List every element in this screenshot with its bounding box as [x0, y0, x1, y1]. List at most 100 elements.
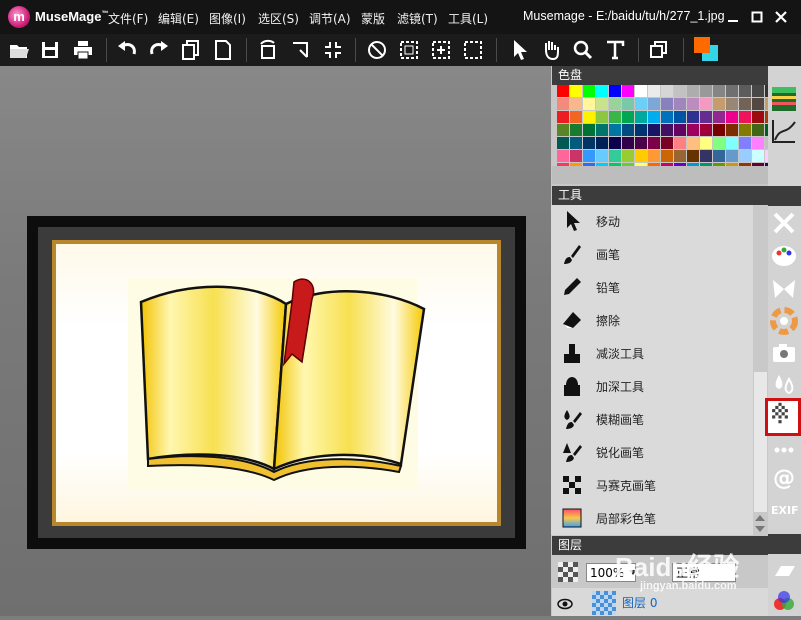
- palette-swatch[interactable]: [700, 98, 712, 110]
- palette-swatch[interactable]: [635, 85, 647, 97]
- palette-swatch[interactable]: [635, 98, 647, 110]
- palette-swatch[interactable]: [661, 98, 673, 110]
- palette-swatch[interactable]: [570, 137, 582, 149]
- palette-swatch[interactable]: [557, 124, 569, 136]
- layers-copy-icon[interactable]: [646, 37, 672, 63]
- palette-swatch[interactable]: [557, 150, 569, 162]
- palette-swatch[interactable]: [596, 124, 608, 136]
- palette-swatch[interactable]: [622, 111, 634, 123]
- menu-tools[interactable]: 工具(L): [448, 10, 488, 27]
- butterfly-icon[interactable]: [769, 274, 799, 304]
- pointer-icon[interactable]: [506, 37, 532, 63]
- rgb-channels-icon[interactable]: [769, 586, 799, 616]
- palette-swatch[interactable]: [752, 150, 764, 162]
- palette-swatch[interactable]: [596, 137, 608, 149]
- palette-swatch[interactable]: [674, 150, 686, 162]
- zoom-icon[interactable]: [570, 37, 596, 63]
- eye-icon[interactable]: [557, 595, 573, 614]
- palette-swatch[interactable]: [739, 98, 751, 110]
- histogram-icon[interactable]: [769, 84, 799, 114]
- palette-swatch[interactable]: [739, 124, 751, 136]
- save-icon[interactable]: [37, 37, 63, 63]
- palette-swatch[interactable]: [726, 137, 738, 149]
- tool-item[interactable]: 模糊画笔: [553, 403, 751, 435]
- tool-item[interactable]: 移动: [553, 205, 751, 237]
- palette-swatch[interactable]: [609, 111, 621, 123]
- tools-icon[interactable]: [769, 208, 799, 238]
- palette-swatch[interactable]: [674, 85, 686, 97]
- palette-swatch[interactable]: [557, 98, 569, 110]
- mosaic-icon[interactable]: [765, 398, 801, 436]
- at-icon[interactable]: @: [769, 462, 799, 492]
- menu-mask[interactable]: 蒙版: [361, 10, 385, 27]
- canvas-area[interactable]: [0, 66, 551, 616]
- palette-swatch[interactable]: [648, 150, 660, 162]
- palette-swatch[interactable]: [570, 85, 582, 97]
- palette-swatch[interactable]: [713, 85, 725, 97]
- redo-icon[interactable]: [146, 37, 172, 63]
- scroll-down-arrow[interactable]: [755, 526, 765, 532]
- palette-swatch[interactable]: [557, 137, 569, 149]
- tool-item[interactable]: 擦除: [553, 304, 751, 336]
- copy-icon[interactable]: [178, 37, 204, 63]
- tool-list-scrollbar[interactable]: [753, 205, 768, 535]
- palette-swatch[interactable]: [583, 85, 595, 97]
- palette-swatch[interactable]: [609, 85, 621, 97]
- palette-swatch[interactable]: [687, 111, 699, 123]
- crop-select-icon[interactable]: [460, 37, 486, 63]
- palette-swatch[interactable]: [609, 137, 621, 149]
- palette-swatch[interactable]: [674, 111, 686, 123]
- palette-swatch[interactable]: [687, 85, 699, 97]
- palette-swatch[interactable]: [700, 124, 712, 136]
- menu-file[interactable]: 文件(F): [108, 10, 148, 27]
- tool-item[interactable]: 铅笔: [553, 271, 751, 303]
- palette-swatch[interactable]: [661, 137, 673, 149]
- deselect-icon[interactable]: [364, 37, 390, 63]
- palette-swatch[interactable]: [752, 98, 764, 110]
- palette-swatch[interactable]: [752, 111, 764, 123]
- palette-swatch[interactable]: [635, 124, 647, 136]
- palette-swatch[interactable]: [648, 85, 660, 97]
- palette-swatch[interactable]: [596, 150, 608, 162]
- tool-item[interactable]: 画笔: [553, 238, 751, 270]
- scroll-thumb[interactable]: [754, 372, 767, 512]
- palette-swatch[interactable]: [700, 150, 712, 162]
- palette-swatch[interactable]: [661, 124, 673, 136]
- open-icon[interactable]: [6, 37, 32, 63]
- palette-swatch[interactable]: [713, 124, 725, 136]
- palette-swatch[interactable]: [674, 124, 686, 136]
- palette-swatch[interactable]: [570, 124, 582, 136]
- palette-swatch[interactable]: [596, 85, 608, 97]
- tool-item[interactable]: 减淡工具: [553, 337, 751, 369]
- palette-swatch[interactable]: [622, 150, 634, 162]
- palette-swatch[interactable]: [713, 98, 725, 110]
- tool-item[interactable]: 锐化画笔: [553, 436, 751, 468]
- palette-swatch[interactable]: [583, 124, 595, 136]
- palette-swatch[interactable]: [726, 150, 738, 162]
- palette-swatch[interactable]: [661, 150, 673, 162]
- menu-image[interactable]: 图像(I): [209, 10, 246, 27]
- palette-swatch[interactable]: [583, 98, 595, 110]
- foreground-color-swatch[interactable]: [694, 37, 710, 53]
- rotate-icon[interactable]: [255, 37, 281, 63]
- palette-swatch[interactable]: [752, 124, 764, 136]
- menu-edit[interactable]: 编辑(E): [158, 10, 199, 27]
- layer-effects-icon[interactable]: [769, 556, 799, 586]
- palette-swatch[interactable]: [687, 98, 699, 110]
- palette-swatch[interactable]: [622, 124, 634, 136]
- palette-swatch[interactable]: [687, 137, 699, 149]
- palette-swatch[interactable]: [648, 98, 660, 110]
- palette-swatch[interactable]: [583, 137, 595, 149]
- select-center-icon[interactable]: [428, 37, 454, 63]
- palette-swatch[interactable]: [583, 150, 595, 162]
- palette-swatch[interactable]: [700, 137, 712, 149]
- tool-item[interactable]: 马赛克画笔: [553, 469, 751, 501]
- palette-swatch[interactable]: [726, 124, 738, 136]
- palette-swatch[interactable]: [713, 150, 725, 162]
- palette-swatch[interactable]: [752, 137, 764, 149]
- palette-swatch[interactable]: [661, 85, 673, 97]
- palette-swatch[interactable]: [557, 85, 569, 97]
- palette-swatch[interactable]: [674, 137, 686, 149]
- palette-swatch[interactable]: [726, 85, 738, 97]
- undo-icon[interactable]: [114, 37, 140, 63]
